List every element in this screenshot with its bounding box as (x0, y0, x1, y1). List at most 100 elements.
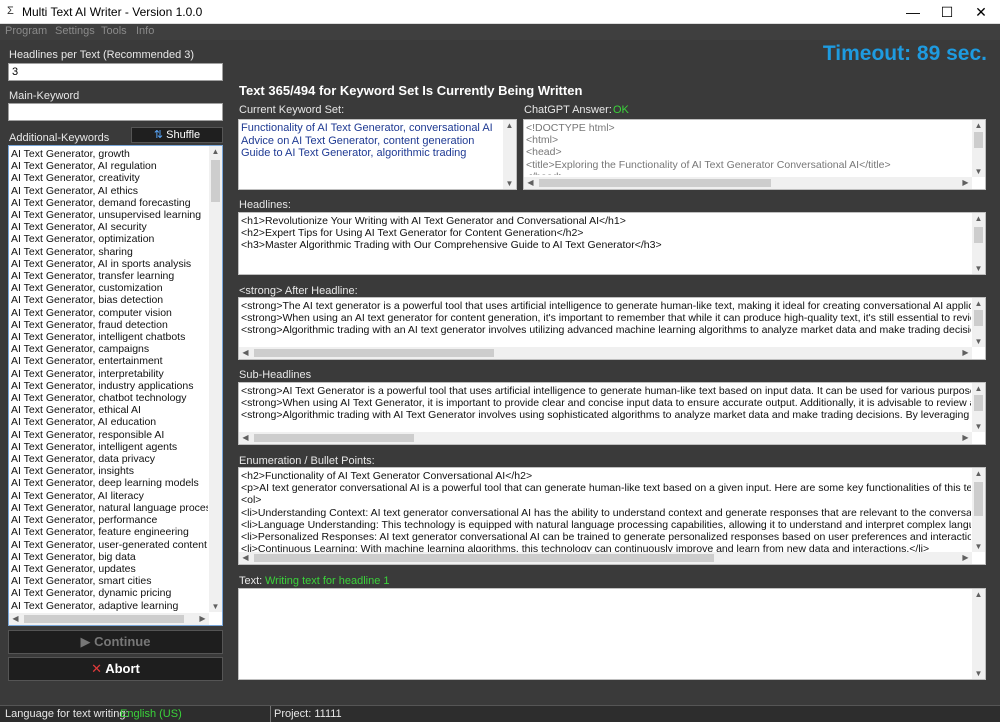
chatgpt-answer-box[interactable]: <!DOCTYPE html> <html> <head> <title>Explor… (523, 119, 986, 190)
enumeration-line: <h2>Functionality of AI Text Generator C… (241, 470, 533, 482)
headline-line: <h2>Expert Tips for Using AI Text Genera… (241, 227, 584, 240)
headlines-box[interactable]: <h1>Revolutionize Your Writing with AI T… (238, 212, 986, 275)
current-keyword-set-box[interactable]: Functionality of AI Text Generator, conv… (238, 119, 517, 190)
keyword-item: AI Text Generator, data privacy (11, 453, 155, 466)
headlines-per-text-label: Headlines per Text (Recommended 3) (9, 49, 195, 61)
main-keyword-input[interactable] (8, 103, 223, 121)
continue-button[interactable]: ▶ Continue (8, 630, 223, 654)
abort-button[interactable]: ✕ Abort (8, 657, 223, 681)
minimize-button[interactable]: — (896, 0, 930, 24)
sub-headlines-label: Sub-Headlines (239, 369, 312, 381)
after-headline-line: <strong>When using an AI text generator … (241, 312, 971, 325)
keyword-item: AI Text Generator, AI security (11, 221, 147, 234)
scroll-left-arrow[interactable]: ◀ (9, 614, 22, 623)
sub-headline-line: <strong>When using AI Text Generator, it… (241, 397, 971, 410)
maximize-button[interactable]: ☐ (930, 0, 964, 24)
play-icon: ▶ (80, 634, 91, 649)
after-headline-label: <strong> After Headline: (239, 285, 358, 297)
enumeration-line: <ol> (241, 494, 262, 507)
keyword-item: AI Text Generator, chatbot technology (11, 392, 187, 405)
enumeration-line: <li>Continuous Learning: With machine le… (241, 543, 930, 552)
headlines-label: Headlines: (239, 199, 291, 211)
keyword-item: AI Text Generator, AI in sports analysis (11, 257, 192, 270)
sub-headlines-box[interactable]: <strong>AI Text Generator is a powerful … (238, 382, 986, 445)
keyword-set-scrollbar[interactable]: ▲ ▼ (503, 120, 516, 189)
keyword-item: AI Text Generator, feature engineering (11, 526, 189, 539)
chatgpt-answer-label: ChatGPT Answer: (524, 104, 612, 116)
continue-label: Continue (94, 634, 151, 649)
keyword-item: AI Text Generator, unsupervised learning (11, 209, 202, 222)
keyword-item: AI Text Generator, industry applications (11, 379, 194, 392)
keyword-set-line: Advice on AI Text Generator, content gen… (241, 134, 475, 147)
keyword-item: AI Text Generator, ethical AI (11, 404, 141, 417)
progress-heading: Text 365/494 for Keyword Set Is Currentl… (239, 83, 583, 98)
keyword-item: AI Text Generator, entertainment (11, 355, 163, 368)
enumeration-label: Enumeration / Bullet Points: (239, 455, 375, 467)
language-label: Language for text writing: (5, 708, 129, 720)
menu-info[interactable]: Info (136, 25, 154, 37)
keyword-item: AI Text Generator, adaptive learning (11, 599, 179, 612)
headline-line: <h3>Master Algorithmic Trading with Our … (241, 239, 662, 252)
keyword-item: AI Text Generator, responsible AI (11, 428, 165, 441)
keyword-item: AI Text Generator, intelligent chatbots (11, 331, 186, 344)
keyword-item: AI Text Generator, updates (11, 562, 136, 575)
after-headline-line: <strong>Algorithmic trading with an AI t… (241, 324, 971, 337)
keyword-item: AI Text Generator, growth (11, 148, 130, 160)
sub-headline-line: <strong>AI Text Generator is a powerful … (241, 385, 971, 397)
keyword-item: AI Text Generator, performance (11, 514, 158, 527)
headline-line: <h1>Revolutionize Your Writing with AI T… (241, 215, 626, 227)
keyword-item: AI Text Generator, demand forecasting (11, 196, 191, 209)
keyword-set-line: Guide to AI Text Generator, algorithmic … (241, 147, 467, 159)
keyword-items: AI Text Generator, growth AI Text Generat… (11, 148, 208, 612)
keyword-item: AI Text Generator, transfer learning (11, 270, 175, 283)
abort-label: Abort (105, 661, 140, 676)
chatgpt-answer-line: </head> (526, 171, 971, 175)
keyword-item: AI Text Generator, deep learning models (11, 477, 199, 490)
shuffle-button[interactable]: ⇅ Shuffle (131, 127, 223, 143)
keyword-item: AI Text Generator, big data (11, 550, 136, 563)
keyword-item: AI Text Generator, customization (11, 282, 163, 295)
keyword-item: AI Text Generator, AI ethics (11, 184, 139, 197)
keyword-item: AI Text Generator, AI literacy (11, 489, 144, 502)
status-divider (270, 706, 271, 722)
text-output-box[interactable]: ▲ ▼ (238, 588, 986, 680)
additional-keywords-label: Additional-Keywords (9, 132, 110, 144)
title-bar: Σ Multi Text AI Writer - Version 1.0.0 —… (0, 0, 1000, 24)
language-value: English (US) (120, 708, 182, 720)
keyword-item: AI Text Generator, creativity (11, 172, 140, 185)
headlines-per-text-input[interactable]: 3 (8, 63, 223, 81)
keyword-item: AI Text Generator, sharing (11, 245, 133, 258)
keywords-horizontal-scrollbar[interactable]: ◀ ▶ (9, 613, 209, 625)
keyword-item: AI Text Generator, AI regulation (11, 160, 157, 173)
keyword-item: AI Text Generator, intelligent agents (11, 440, 178, 453)
project-label: Project: 11111 (274, 708, 342, 720)
enumeration-box[interactable]: <h2>Functionality of AI Text Generator C… (238, 467, 986, 565)
enumeration-line: <p>AI text generator conversational AI i… (241, 482, 971, 495)
keywords-vertical-scrollbar[interactable]: ▲ ▼ (209, 146, 222, 612)
shuffle-label: Shuffle (166, 129, 201, 141)
menu-tools[interactable]: Tools (101, 25, 127, 37)
status-bar: Language for text writing: English (US) … (0, 705, 1000, 722)
additional-keywords-list[interactable]: AI Text Generator, growth AI Text Generat… (8, 145, 223, 626)
keyword-item: AI Text Generator, computer vision (11, 306, 172, 319)
scroll-down-arrow[interactable]: ▼ (209, 602, 222, 611)
after-headline-box[interactable]: <strong>The AI text generator is a power… (238, 297, 986, 360)
app-icon: Σ (7, 5, 14, 17)
keyword-item: AI Text Generator, interpretability (11, 367, 164, 380)
menu-bar: Program Settings Tools Info (0, 24, 1000, 40)
chatgpt-answer-line: <title>Exploring the Functionality of AI… (526, 158, 891, 171)
keyword-item: AI Text Generator, fraud detection (11, 318, 168, 331)
enumeration-line: <li>Language Understanding: This technol… (241, 518, 971, 531)
enumeration-line: <li>Personalized Responses: AI text gene… (241, 531, 971, 544)
menu-settings[interactable]: Settings (55, 25, 95, 37)
close-button[interactable]: ✕ (964, 0, 998, 24)
scroll-right-arrow[interactable]: ▶ (196, 614, 209, 623)
window-title: Multi Text AI Writer - Version 1.0.0 (22, 5, 203, 19)
keyword-set-line: Functionality of AI Text Generator, conv… (241, 122, 493, 134)
menu-program[interactable]: Program (5, 25, 47, 37)
keyword-item: AI Text Generator, optimization (11, 233, 155, 246)
scroll-up-arrow[interactable]: ▲ (209, 147, 222, 156)
keyword-item: AI Text Generator, dynamic pricing (11, 587, 172, 600)
keyword-item: AI Text Generator, natural language proc… (11, 501, 208, 514)
keyword-item: AI Text Generator, insights (11, 465, 134, 478)
